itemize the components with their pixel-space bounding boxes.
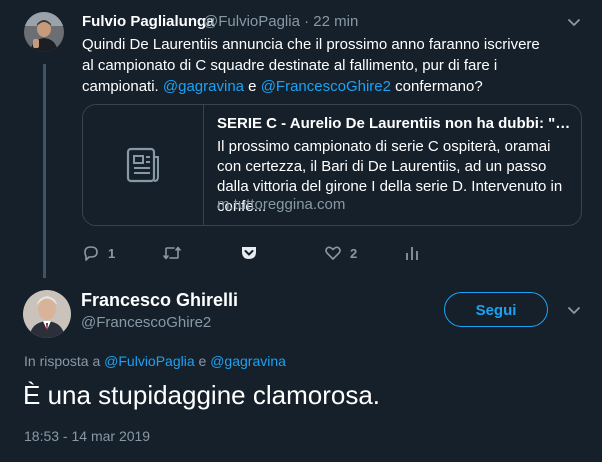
heart-icon <box>325 246 341 260</box>
chevron-down-icon[interactable] <box>566 14 582 30</box>
tweet-text-part2: confermano? <box>395 78 483 95</box>
reply-context: In risposta a @FulvioPaglia e @gagravina <box>24 353 286 369</box>
avatar[interactable] <box>23 290 71 338</box>
reply-count: 1 <box>108 245 116 261</box>
tweet-meta: @FulvioPaglia · 22 min <box>203 13 358 30</box>
conjunction: e <box>198 353 207 369</box>
link-card[interactable]: SERIE C - Aurelio De Laurentiis non ha d… <box>82 104 582 226</box>
reply-prefix: In risposta a <box>24 353 101 369</box>
analytics-icon <box>406 247 418 260</box>
document-icon <box>125 147 161 183</box>
tweet-timestamp[interactable]: 18:53 - 14 mar 2019 <box>24 428 150 444</box>
chevron-down-icon[interactable] <box>566 302 582 318</box>
follow-button[interactable]: Segui <box>444 292 548 327</box>
separator: · <box>304 13 310 30</box>
like-count: 2 <box>350 245 358 261</box>
card-title: SERIE C - Aurelio De Laurentiis non ha d… <box>217 115 572 132</box>
like-button[interactable]: 2 <box>324 244 357 262</box>
mention-link[interactable]: @FrancescoGhire2 <box>261 78 391 95</box>
thread-line <box>43 64 46 278</box>
tweet-time[interactable]: 22 min <box>313 13 358 30</box>
author-handle[interactable]: @FrancescoGhire2 <box>81 314 211 331</box>
reply-button[interactable]: 1 <box>82 244 115 262</box>
author-name[interactable]: Francesco Ghirelli <box>81 290 238 311</box>
mention-link[interactable]: @gagravina <box>210 353 286 369</box>
tweet-text: Quindi De Laurentiis annuncia che il pro… <box>82 34 542 97</box>
author-handle[interactable]: @FulvioPaglia <box>203 13 300 30</box>
pocket-icon <box>242 247 256 259</box>
analytics-button[interactable] <box>404 244 420 262</box>
mention-link[interactable]: @gagravina <box>163 78 244 95</box>
action-bar: 1 2 <box>82 244 442 272</box>
reply-icon <box>84 246 98 261</box>
card-thumbnail <box>83 105 204 225</box>
conjunction: e <box>248 78 257 95</box>
author-name[interactable]: Fulvio Paglialunga <box>82 13 215 30</box>
tweet-text: È una stupidaggine clamorosa. <box>23 380 381 410</box>
retweet-button[interactable] <box>162 244 190 262</box>
pocket-button[interactable] <box>240 244 258 262</box>
card-domain: m.tuttoreggina.com <box>217 196 346 213</box>
mention-link[interactable]: @FulvioPaglia <box>104 353 194 369</box>
retweet-icon <box>163 246 181 260</box>
avatar[interactable] <box>24 12 64 52</box>
